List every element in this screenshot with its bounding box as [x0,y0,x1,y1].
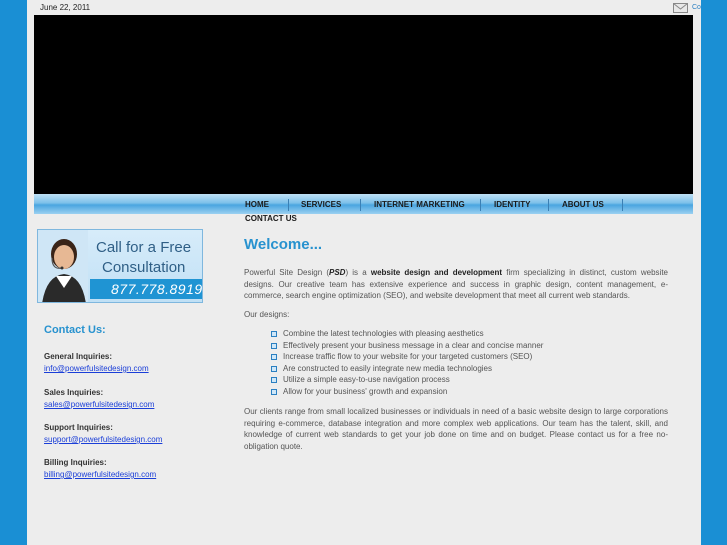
nav-home[interactable]: HOME [245,200,269,209]
nav-separator [360,199,361,211]
phone-number: 877.778.8919 [111,281,203,297]
list-item: Utilize a simple easy-to-use navigation … [271,374,543,386]
square-bullet-icon [271,331,277,337]
mail-icon[interactable] [673,3,688,13]
support-inquiries-label: Support Inquiries: [44,423,113,432]
free-consultation-banner[interactable]: Call for a Free Consultation 877.778.891… [37,229,203,303]
nav-contact-us[interactable]: CONTACT US [245,214,297,223]
list-item: Increase traffic flow to your website fo… [271,351,543,363]
contact-heading: Contact Us: [44,324,106,336]
closing-paragraph: Our clients range from small localized b… [244,407,668,451]
general-inquiries-email[interactable]: info@powerfulsitedesign.com [44,364,149,373]
banner-image [34,15,693,194]
nav-about-us[interactable]: ABOUT US [562,200,604,209]
contact-link-top[interactable]: Co [692,4,701,11]
list-item-text: Utilize a simple easy-to-use navigation … [283,375,450,385]
welcome-title: Welcome... [244,236,323,253]
designs-label: Our designs: [244,310,290,319]
nav-separator [480,199,481,211]
list-item: Combine the latest technologies with ple… [271,328,543,340]
support-inquiries-email[interactable]: support@powerfulsitedesign.com [44,435,162,444]
intro-psd: PSD [328,268,346,277]
intro-paragraph: Powerful Site Design (PSD) is a website … [244,267,668,302]
current-date: June 22, 2011 [40,3,91,12]
square-bullet-icon [271,342,277,349]
nav-separator [288,199,289,211]
nav-separator [548,199,549,211]
callout-line-1: Call for a Free [96,239,192,256]
list-item-text: Are constructed to easily integrate new … [283,363,493,373]
list-item: Effectively present your business messag… [271,340,543,352]
square-bullet-icon [271,365,277,372]
intro-text-2: ) is a [345,268,371,277]
callout-line-2: Consultation [102,259,186,276]
general-inquiries-label: General Inquiries: [44,352,113,361]
billing-inquiries-label: Billing Inquiries: [44,458,107,467]
list-item-text: Allow for your business' growth and expa… [283,386,448,396]
nav-separator [622,199,623,211]
list-item: Allow for your business' growth and expa… [271,386,543,398]
sales-inquiries-label: Sales Inquiries: [44,388,104,397]
list-item: Are constructed to easily integrate new … [271,363,543,375]
intro-bold: website design and development [370,268,503,277]
intro-text-1: Powerful Site Design ( [244,268,329,277]
nav-internet-marketing[interactable]: INTERNET MARKETING [374,200,465,209]
nav-services[interactable]: SERVICES [301,200,341,209]
sales-inquiries-email[interactable]: sales@powerfulsitedesign.com [44,400,154,409]
square-bullet-icon [271,377,277,384]
square-bullet-icon [271,388,277,395]
nav-identity[interactable]: IDENTITY [494,200,530,209]
list-item-text: Effectively present your business messag… [283,340,544,350]
list-item-text: Combine the latest technologies with ple… [283,329,484,338]
support-agent-icon [38,230,88,302]
designs-list: Combine the latest technologies with ple… [271,328,543,398]
square-bullet-icon [271,354,277,361]
list-item-text: Increase traffic flow to your website fo… [283,352,533,362]
billing-inquiries-email[interactable]: billing@powerfulsitedesign.com [44,470,156,479]
